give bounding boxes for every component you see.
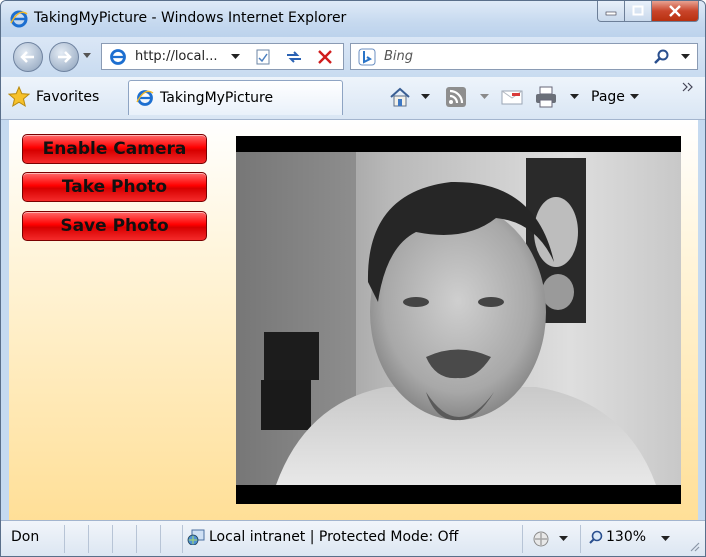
star-icon — [8, 86, 30, 108]
recent-pages-dropdown-icon[interactable] — [83, 53, 91, 59]
search-options-dropdown-icon[interactable] — [681, 54, 690, 60]
address-dropdown-icon[interactable] — [231, 54, 240, 60]
back-button[interactable] — [13, 42, 43, 72]
webcam-photo-image — [236, 152, 681, 485]
tab-label: TakingMyPicture — [160, 90, 274, 106]
favorites-button[interactable]: Favorites — [8, 81, 123, 113]
page-ie-icon — [110, 49, 126, 65]
caption-buttons — [597, 1, 699, 23]
security-zone[interactable]: Local intranet | Protected Mode: Off — [187, 529, 458, 545]
printer-icon — [536, 86, 556, 108]
ie-window: TakingMyPicture - Windows Internet Explo… — [0, 0, 706, 557]
ie-logo-icon — [10, 10, 28, 28]
status-divider — [64, 525, 65, 553]
page-menu-label: Page — [591, 89, 625, 105]
status-divider — [580, 525, 581, 553]
tab-ie-icon — [136, 90, 154, 106]
title-bar[interactable]: TakingMyPicture - Windows Internet Explo… — [1, 1, 705, 37]
home-dropdown-icon[interactable] — [421, 94, 430, 100]
close-button[interactable] — [652, 1, 699, 22]
maximize-icon — [632, 5, 644, 16]
zoom-dropdown-icon[interactable] — [661, 536, 670, 542]
status-divider — [88, 525, 89, 553]
status-divider — [136, 525, 137, 553]
page-menu-button[interactable]: Page — [591, 84, 639, 110]
intranet-zone-icon — [187, 529, 205, 545]
window-title: TakingMyPicture - Windows Internet Explo… — [34, 10, 347, 26]
privacy-dropdown-icon[interactable] — [559, 536, 568, 542]
refresh-icon[interactable] — [285, 49, 303, 65]
maximize-button[interactable] — [625, 1, 652, 22]
stop-icon[interactable] — [316, 48, 334, 66]
search-icon[interactable] — [654, 49, 670, 65]
minimize-icon — [605, 11, 617, 16]
close-icon — [669, 5, 681, 17]
page-content: Enable Camera Take Photo Save Photo — [9, 120, 698, 520]
favorites-label: Favorites — [36, 89, 100, 105]
address-text: http://local... — [135, 49, 218, 64]
status-text: Don — [11, 529, 40, 545]
privacy-report-icon[interactable] — [532, 530, 550, 548]
search-box[interactable]: Bing — [350, 43, 698, 70]
resize-grip-icon[interactable] — [689, 541, 701, 553]
search-placeholder: Bing — [384, 49, 414, 64]
address-bar[interactable]: http://local... — [101, 43, 344, 70]
take-photo-button[interactable]: Take Photo — [22, 172, 207, 202]
toolbar-overflow-chevron-icon[interactable] — [682, 82, 694, 92]
rss-feed-icon — [446, 87, 466, 107]
forward-arrow-icon — [58, 51, 72, 63]
save-photo-button[interactable]: Save Photo — [22, 211, 207, 241]
zoom-level: 130% — [606, 529, 647, 545]
zoom-magnifier-icon — [589, 530, 603, 544]
bing-logo-icon — [358, 48, 376, 66]
status-divider — [522, 525, 523, 553]
zone-text: Local intranet | Protected Mode: Off — [209, 529, 459, 545]
feeds-dropdown-icon[interactable] — [480, 94, 489, 100]
back-arrow-icon — [20, 51, 34, 63]
enable-camera-button[interactable]: Enable Camera — [22, 134, 207, 164]
home-icon — [390, 87, 410, 107]
status-bar: Don Local intranet | Protected Mode: Off… — [1, 520, 705, 556]
minimize-button[interactable] — [597, 1, 625, 22]
page-dropdown-icon — [629, 94, 639, 99]
print-button[interactable] — [534, 84, 579, 110]
home-button[interactable] — [389, 84, 430, 110]
tab-takingmypicture[interactable]: TakingMyPicture — [128, 80, 343, 115]
navigation-bar: http://local... Bing — [1, 37, 705, 77]
status-divider — [112, 525, 113, 553]
status-divider — [182, 525, 183, 553]
compatibility-view-icon[interactable] — [254, 48, 272, 66]
read-mail-button[interactable] — [501, 84, 523, 110]
status-divider — [160, 525, 161, 553]
mail-icon — [501, 90, 523, 105]
forward-button[interactable] — [49, 42, 79, 72]
camera-preview — [236, 136, 681, 504]
print-dropdown-icon[interactable] — [570, 94, 579, 100]
favorites-command-bar: Favorites TakingMyPicture Page — [1, 77, 705, 120]
zoom-control[interactable]: 130% — [589, 529, 646, 545]
feeds-button[interactable] — [445, 84, 489, 110]
